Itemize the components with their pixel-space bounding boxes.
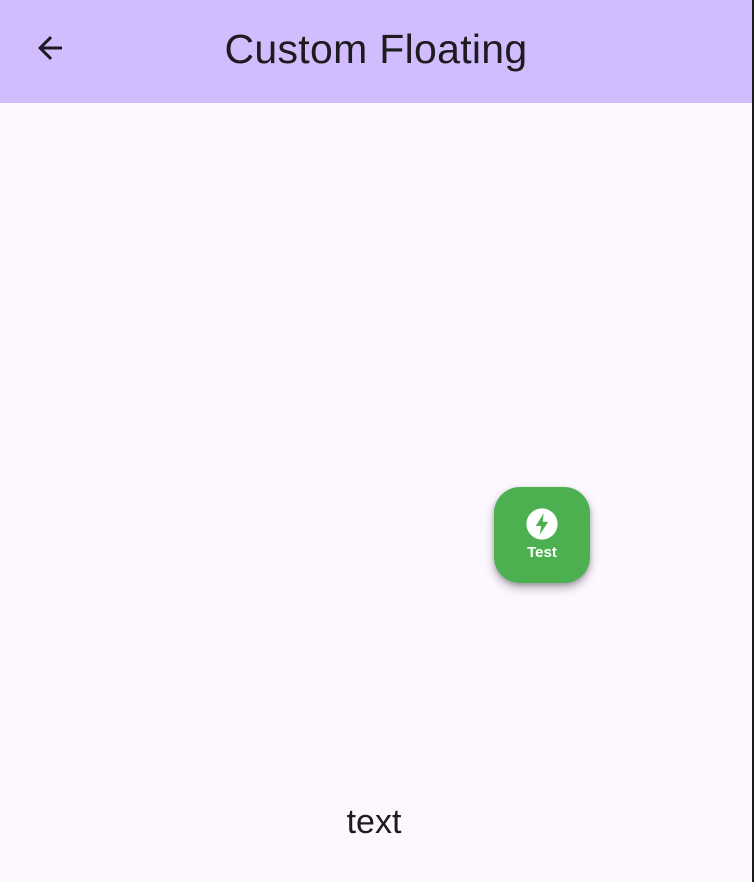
app-screen: Custom Floating Test text (0, 0, 754, 882)
bolt-circle-icon (525, 507, 559, 541)
app-bar: Custom Floating (0, 0, 752, 103)
test-fab-button[interactable]: Test (494, 487, 590, 583)
body-text: text (346, 803, 402, 841)
fab-label: Test (527, 544, 557, 561)
page-title: Custom Floating (224, 26, 528, 72)
